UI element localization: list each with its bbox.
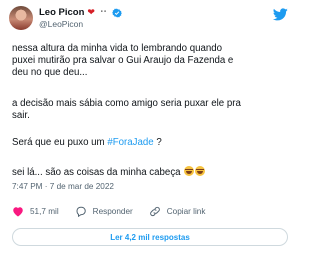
sparkle-icon: ⠐⠂: [97, 9, 109, 16]
author-name-row[interactable]: Leo Picon ❤ ⠐⠂: [39, 7, 122, 18]
reply-button[interactable]: Responder: [75, 206, 133, 217]
avatar[interactable]: [9, 6, 33, 30]
copy-link-label: Copiar link: [166, 206, 206, 216]
laughing-emoji-icon: [195, 166, 206, 176]
tweet-line: nessa altura da minha vida to lembrando …: [12, 43, 223, 54]
tweet-text: sei lá... são as coisas da minha cabeça: [12, 167, 181, 178]
tweet-card: Leo Picon ❤ ⠐⠂ @LeoPicon nessa altura da…: [0, 0, 300, 266]
reply-icon: [76, 206, 86, 217]
tweet-text: Será que eu puxo um: [12, 137, 108, 148]
like-heart-icon: [13, 207, 23, 217]
tweet-paragraph: nessa altura da minha vida to lembrando …: [12, 43, 233, 80]
heart-emoji-icon: ❤: [87, 7, 95, 17]
like-button[interactable]: 51,7 mil: [12, 206, 59, 217]
tweet-paragraph: a decisão mais sábia como amigo seria pu…: [12, 98, 241, 122]
tweet-line: a decisão mais sábia como amigo seria pu…: [12, 98, 241, 109]
hashtag-link[interactable]: #ForaJade: [107, 137, 153, 148]
tweet-text: ?: [153, 137, 162, 148]
author-handle[interactable]: @LeoPicon: [39, 19, 83, 29]
copy-link-button[interactable]: Copiar link: [149, 206, 206, 217]
link-icon: [149, 206, 160, 217]
tweet-paragraph: Será que eu puxo um #ForaJade ?: [12, 137, 162, 149]
laughing-emoji-icon: [184, 166, 195, 176]
tweet-line: puxei mutirão pra salvar o Gui Araujo da…: [12, 55, 234, 67]
tweet-timestamp[interactable]: 7:47 PM · 7 de mar de 2022: [12, 182, 114, 192]
tweet-line: sair.: [12, 110, 30, 122]
tweet-paragraph: sei lá... são as coisas da minha cabeça: [12, 166, 206, 179]
read-replies-button[interactable]: Ler 4,2 mil respostas: [12, 228, 288, 246]
read-replies-label: Ler 4,2 mil respostas: [110, 232, 190, 242]
tweet-line: deu no que deu...: [12, 67, 88, 79]
twitter-bird-icon[interactable]: [273, 8, 288, 21]
tweet-actions: 51,7 mil Responder Copiar link: [12, 206, 221, 217]
verified-badge-icon: [111, 8, 122, 17]
reply-label: Responder: [92, 206, 133, 216]
tweet-header: Leo Picon ❤ ⠐⠂ @LeoPicon: [0, 0, 300, 40]
display-name[interactable]: Leo Picon: [39, 7, 84, 18]
like-count: 51,7 mil: [30, 206, 59, 216]
